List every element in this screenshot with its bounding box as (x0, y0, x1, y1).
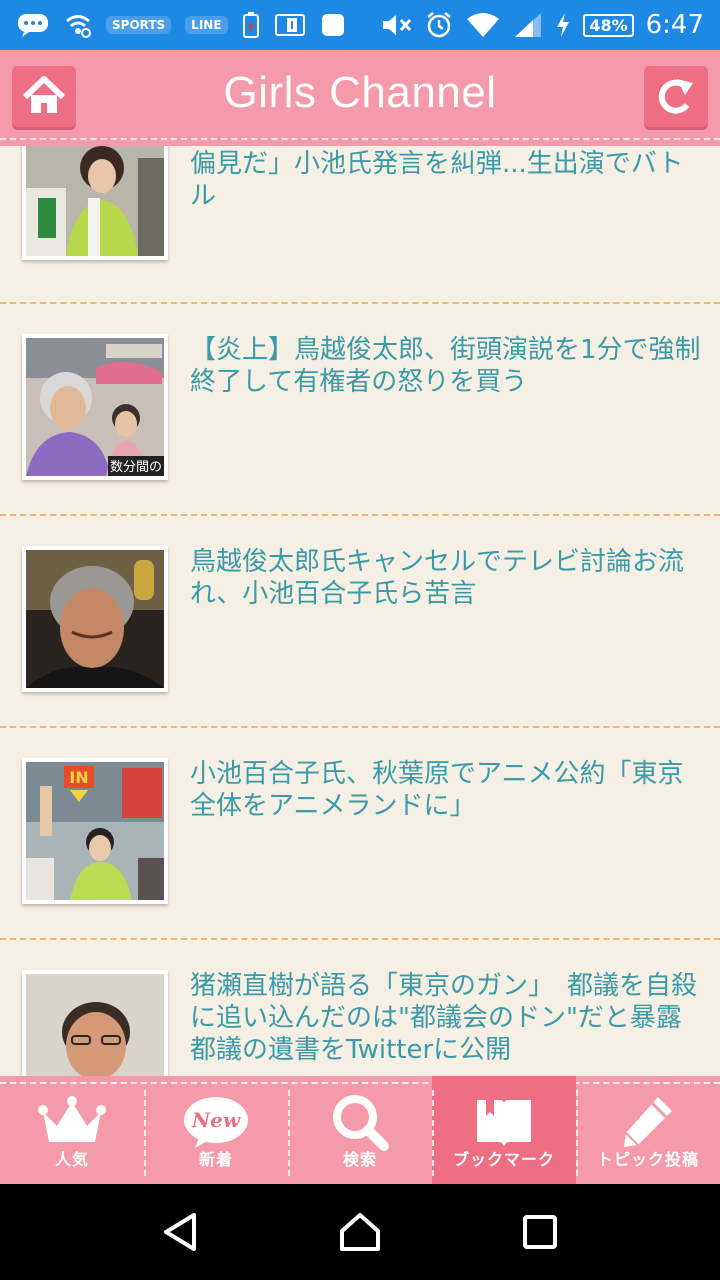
alarm-icon (425, 11, 453, 39)
line-app-icon: LINE (185, 16, 228, 34)
article-thumbnail[interactable] (22, 146, 168, 260)
article-item[interactable]: IN 小池百合子氏、秋葉原でアニメ公約「東京全体をアニメランドに」 (0, 728, 720, 940)
article-title[interactable]: 【都知事選】鳥越氏「がんサバイバーへの偏見だ」小池氏発言を糾弾...生出演でバト… (190, 146, 702, 212)
battery-percent: 48% (583, 13, 634, 37)
bottom-nav: 人気 New 新着 検索 ブックマーク トピック投稿 (0, 1076, 720, 1184)
article-photo: IN (26, 762, 164, 900)
thumb-caption: 数分間の (110, 460, 162, 475)
wifi-settings-icon (64, 12, 92, 38)
article-list[interactable]: 【都知事選】鳥越氏「がんサバイバーへの偏見だ」小池氏発言を糾弾...生出演でバト… (0, 146, 720, 1076)
app-title: Girls Channel (223, 68, 497, 117)
chat-bubble-icon (16, 12, 50, 38)
article-thumbnail[interactable]: IN (22, 758, 168, 904)
article-photo: 数分間の (26, 338, 164, 476)
article-title[interactable]: 猪瀬直樹が語る「東京のガン」 都議を自殺に追い込んだのは"都議会のドン"だと暴露… (190, 970, 708, 1066)
new-badge-icon: New (181, 1092, 251, 1152)
article-photo (26, 146, 164, 256)
wifi-icon (465, 11, 501, 39)
home-nav-icon[interactable] (330, 1202, 390, 1262)
refresh-button[interactable] (644, 66, 708, 130)
nav-post-topic[interactable]: トピック投稿 (576, 1076, 720, 1184)
new-badge-text: New (191, 1108, 241, 1132)
status-right: 48% 6:47 (381, 10, 704, 40)
white-square-icon (320, 12, 346, 38)
article-item[interactable]: 【都知事選】鳥越氏「がんサバイバーへの偏見だ」小池氏発言を糾弾...生出演でバト… (0, 146, 720, 304)
article-title[interactable]: 【炎上】鳥越俊太郎、街頭演説を1分で強制終了して有権者の怒りを買う (190, 334, 702, 398)
system-nav-bar (0, 1184, 720, 1280)
signal-icon (513, 11, 543, 39)
article-photo (26, 974, 164, 1076)
nav-new[interactable]: New 新着 (144, 1076, 288, 1184)
pencil-icon (613, 1092, 683, 1152)
article-thumbnail[interactable] (22, 970, 168, 1076)
info-screen-icon (274, 12, 306, 38)
back-icon[interactable] (150, 1202, 210, 1262)
recents-icon[interactable] (510, 1202, 570, 1262)
thumb-sign: IN (69, 768, 88, 787)
sports-app-icon: SPORTS (106, 16, 172, 34)
nav-popular[interactable]: 人気 (0, 1076, 144, 1184)
nav-bookmark[interactable]: ブックマーク (432, 1076, 576, 1184)
article-photo (26, 550, 164, 688)
status-bar: SPORTS LINE 48% 6:47 (0, 0, 720, 50)
nav-search[interactable]: 検索 (288, 1076, 432, 1184)
search-icon (325, 1092, 395, 1152)
mute-icon (381, 12, 413, 38)
refresh-icon (655, 75, 697, 121)
article-item[interactable]: 猪瀬直樹が語る「東京のガン」 都議を自殺に追い込んだのは"都議会のドン"だと暴露… (0, 940, 720, 1076)
charging-icon (555, 11, 571, 39)
article-item[interactable]: 数分間の 【炎上】鳥越俊太郎、街頭演説を1分で強制終了して有権者の怒りを買う (0, 304, 720, 516)
article-thumbnail[interactable] (22, 546, 168, 692)
article-thumbnail[interactable]: 数分間の (22, 334, 168, 480)
article-item[interactable]: 鳥越俊太郎氏キャンセルでテレビ討論お流れ、小池百合子氏ら苦言 (0, 516, 720, 728)
clock-time: 6:47 (645, 10, 704, 40)
status-left: SPORTS LINE (16, 11, 346, 39)
article-title[interactable]: 小池百合子氏、秋葉原でアニメ公約「東京全体をアニメランドに」 (190, 758, 702, 822)
article-title[interactable]: 鳥越俊太郎氏キャンセルでテレビ討論お流れ、小池百合子氏ら苦言 (190, 546, 702, 610)
bookmark-book-icon (469, 1092, 539, 1152)
battery-alert-icon (242, 11, 260, 39)
app-header: Girls Channel (0, 50, 720, 146)
crown-icon (37, 1092, 107, 1152)
